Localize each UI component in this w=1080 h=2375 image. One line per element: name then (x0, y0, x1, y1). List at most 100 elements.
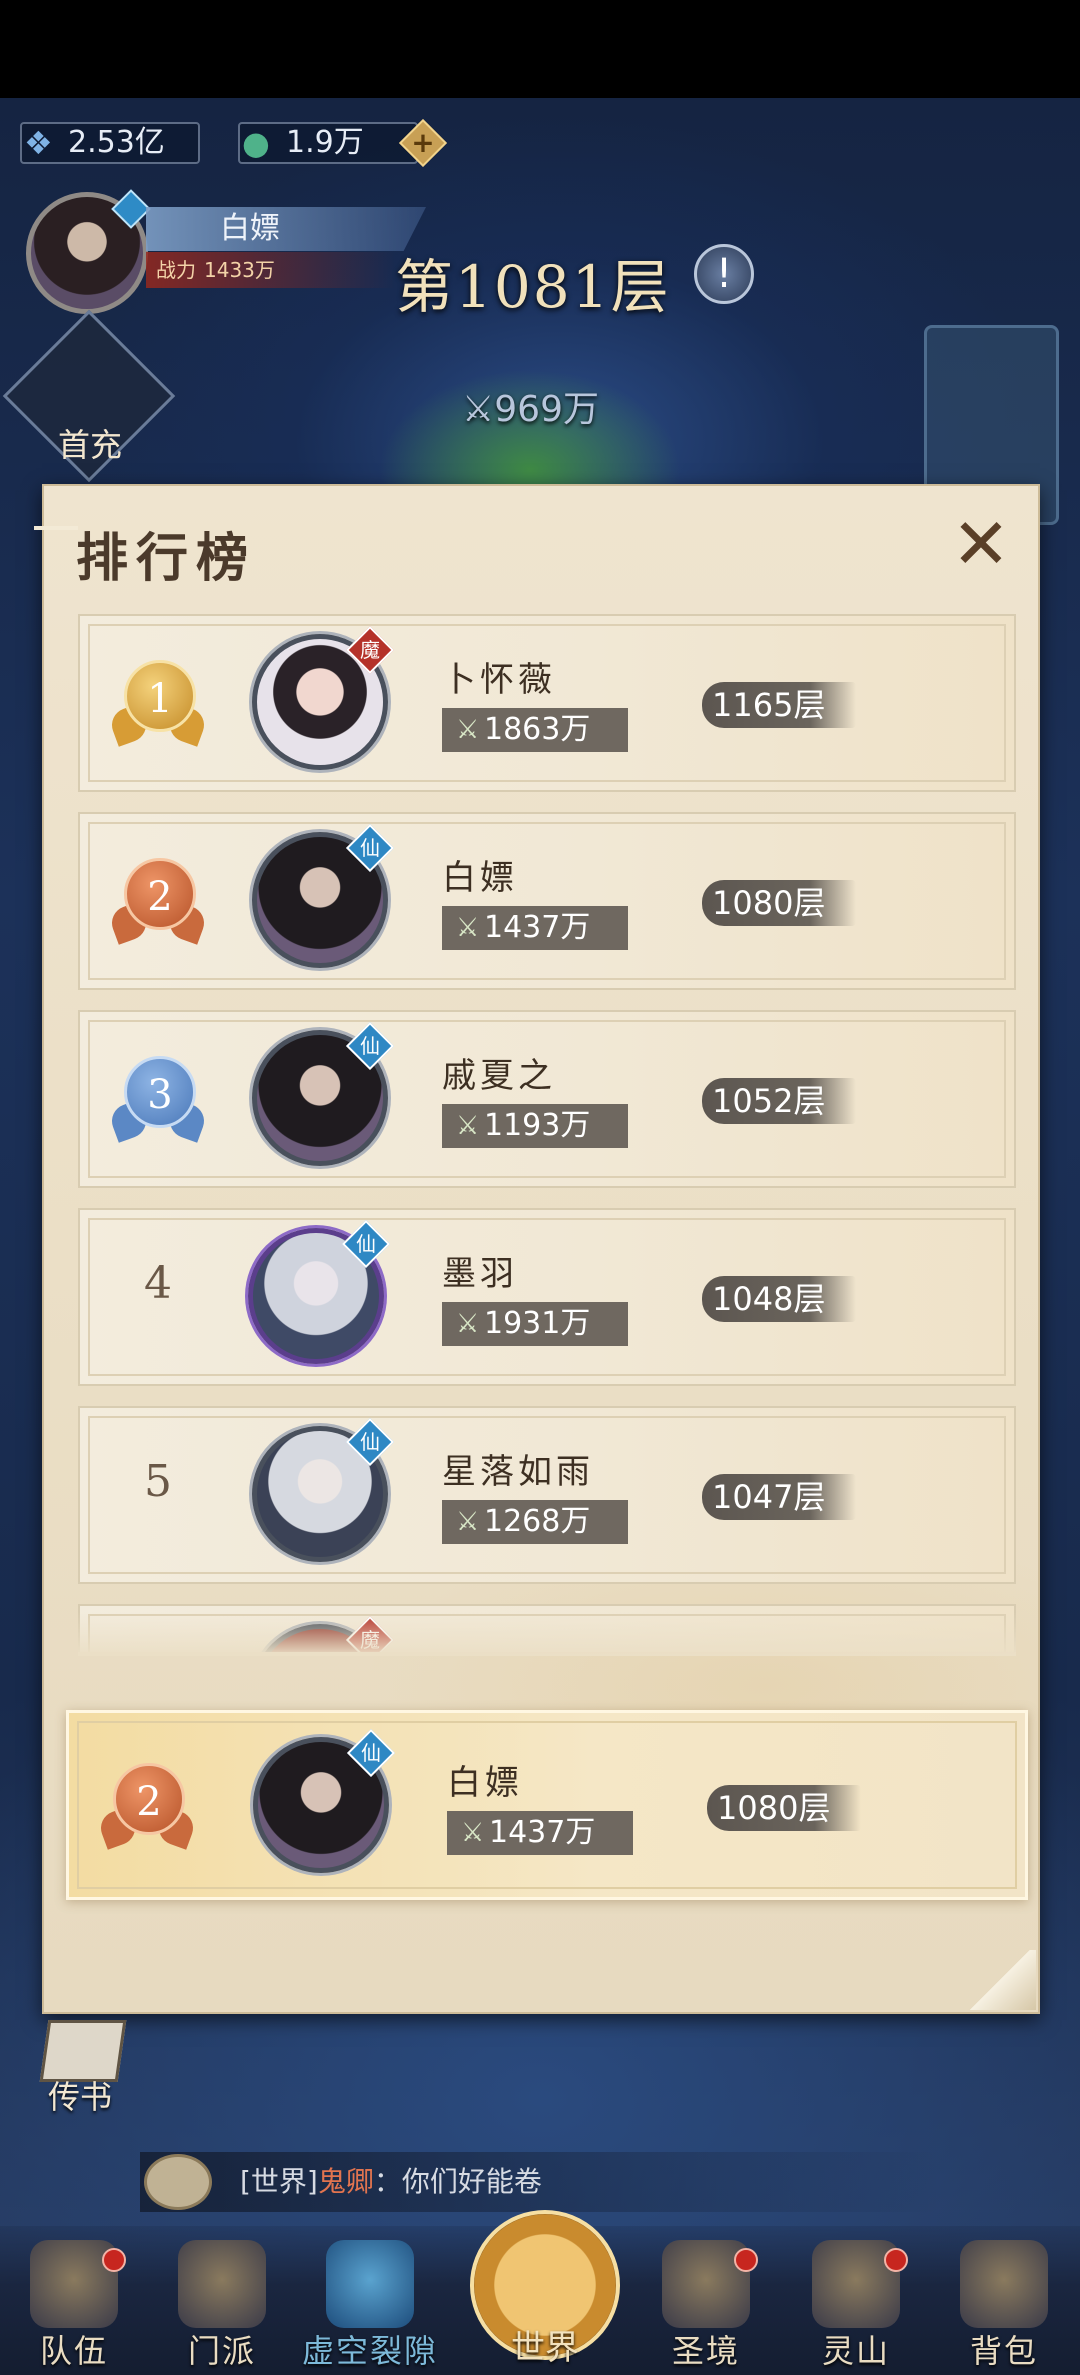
rank-medal: 2 (107, 852, 209, 952)
my-ranking-row[interactable]: 2 仙 白嫖 ⚔ 1437万 1080层 (66, 1710, 1028, 1900)
player-avatar[interactable]: 仙 (252, 1021, 395, 1166)
immortal-tag: 仙 (345, 1021, 395, 1071)
nav-label: 背包 (969, 2332, 1038, 2370)
spirit-stone-resource[interactable]: ● 1.9万 + (238, 118, 448, 168)
immortal-tag: 仙 (341, 1219, 391, 1269)
nav-holy-land[interactable]: 圣境 (636, 2226, 776, 2375)
nav-spirit-mountain[interactable]: 灵山 (786, 2226, 926, 2375)
floor-reached: 1048层 (702, 1276, 856, 1322)
ranking-title: 排行榜 (76, 528, 257, 589)
player-avatar[interactable]: 仙 (252, 823, 395, 968)
ranking-row[interactable]: 1 魔 卜怀薇 ⚔ 1863万 1165层 (78, 614, 1016, 792)
player-name: 墨羽 (442, 1254, 518, 1294)
power-value: 1437万 (484, 910, 591, 945)
notification-dot (884, 2248, 908, 2272)
list-fade (78, 1612, 1016, 1656)
close-button[interactable]: ✕ (946, 509, 1016, 582)
power-value: 1433万 (204, 258, 275, 282)
info-button[interactable]: ! (694, 244, 754, 304)
jade-bag-icon: ● (242, 124, 270, 162)
gold-medal-icon: 1 (124, 660, 196, 732)
floor-title-text: 第1081层 (395, 253, 671, 321)
floor-reached: 1080层 (707, 1785, 861, 1831)
player-avatar[interactable]: 仙 (248, 1219, 391, 1364)
floor-required-power: ⚔969万 (462, 380, 599, 432)
floor-reached: 1052层 (702, 1078, 856, 1124)
nav-team[interactable]: 队伍 (4, 2226, 144, 2375)
player-name: 白嫖 (146, 207, 426, 251)
page-curl-decoration (964, 1950, 1036, 2010)
power-chip: ⚔ 1193万 (442, 1104, 628, 1148)
player-power: 战力 1433万 (146, 252, 396, 288)
power-chip: ⚔ 1863万 (442, 708, 628, 752)
ranking-row[interactable]: 3 仙 戚夏之 ⚔ 1193万 1052层 (78, 1010, 1016, 1188)
ranking-row[interactable]: 2 仙 白嫖 ⚔ 1437万 1080层 (78, 812, 1016, 990)
player-name: 星落如雨 (442, 1452, 594, 1492)
nav-label: 圣境 (671, 2332, 740, 2370)
world-label[interactable]: 世界 (470, 2320, 620, 2369)
immortal-tag: 仙 (345, 1417, 395, 1467)
power-chip: ⚔ 1268万 (442, 1500, 628, 1544)
immortal-tag: 仙 (346, 1728, 396, 1778)
ranking-row[interactable]: 4 仙 墨羽 ⚔ 1931万 1048层 (78, 1208, 1016, 1386)
player-name: 白嫖 (442, 858, 518, 898)
power-chip: ⚔ 1931万 (442, 1302, 628, 1346)
rank-medal: 3 (107, 1050, 209, 1150)
bronze-medal-icon: 2 (124, 858, 196, 930)
player-avatar[interactable]: 仙 (253, 1728, 396, 1873)
tag-text: 仙 (361, 1741, 381, 1765)
letter-book-label[interactable]: 传书 (48, 2072, 112, 2118)
crystal-icon: ❖ (24, 124, 53, 162)
player-avatar[interactable] (26, 189, 151, 314)
floor-reached: 1047层 (702, 1474, 856, 1520)
nav-void-rift[interactable]: 虚空裂隙 (300, 2226, 440, 2375)
tag-text: 仙 (360, 836, 380, 860)
nav-sect[interactable]: 门派 (152, 2226, 292, 2375)
pavilion-icon (178, 2240, 266, 2328)
tag-text: 仙 (360, 1430, 380, 1454)
floor-reached: 1165层 (702, 682, 856, 728)
status-bar (0, 0, 1080, 98)
chat-sender[interactable]: 鬼卿 (318, 2165, 374, 2198)
immortal-tag: 仙 (345, 823, 395, 873)
world-chat-bar[interactable]: [世界]鬼卿：你们好能卷 (140, 2152, 940, 2212)
rank-medal: 1 (107, 654, 209, 754)
rank-medal: 2 (96, 1757, 198, 1857)
nav-label: 队伍 (39, 2332, 108, 2370)
portal-icon (326, 2240, 414, 2328)
power-value: 1193万 (484, 1108, 591, 1143)
sword-icon: ⚔ (462, 389, 495, 430)
player-avatar[interactable]: 魔 (252, 625, 395, 770)
rank-number: 4 (108, 1248, 208, 1348)
power-value: 1268万 (484, 1504, 591, 1539)
jade-resource[interactable]: ❖ 2.53亿 (20, 122, 200, 164)
tag-text: 仙 (360, 1034, 380, 1058)
sword-icon: ⚔ (456, 715, 480, 745)
floor-title: 第1081层 (395, 240, 671, 324)
sword-icon: ⚔ (456, 1507, 480, 1537)
spirit-stone-amount: 1.9万 (286, 125, 364, 160)
sword-icon: ⚔ (461, 1818, 485, 1848)
power-label: 战力 (156, 258, 196, 282)
ranking-panel: 排行榜 ✕ 1 魔 卜怀薇 ⚔ 1863万 1165层 2 仙 白嫖 ⚔ 143… (34, 484, 1040, 2014)
ranking-list[interactable]: 1 魔 卜怀薇 ⚔ 1863万 1165层 2 仙 白嫖 ⚔ 1437万 1080层 (78, 614, 1016, 1652)
first-recharge-label: 首充 (58, 426, 123, 464)
bronze-medal-icon: 2 (113, 1763, 185, 1835)
power-chip: ⚔ 1437万 (442, 906, 628, 950)
chat-bubble-icon[interactable] (144, 2154, 212, 2210)
power-value: 1437万 (489, 1815, 596, 1850)
plus-icon: + (411, 126, 435, 159)
rank-text: 5 (144, 1456, 172, 1507)
ranking-row[interactable]: 5 仙 星落如雨 ⚔ 1268万 1047层 (78, 1406, 1016, 1584)
chat-text: ：你们好能卷 (373, 2165, 542, 2198)
sword-icon: ⚔ (456, 1111, 480, 1141)
player-avatar[interactable]: 仙 (252, 1417, 395, 1562)
nav-bag[interactable]: 背包 (934, 2226, 1074, 2375)
chat-message: [世界]鬼卿：你们好能卷 (240, 2160, 542, 2200)
bag-icon (960, 2240, 1048, 2328)
nav-label: 灵山 (821, 2332, 890, 2370)
sword-icon: ⚔ (456, 1309, 480, 1339)
close-icon: ✕ (951, 503, 1011, 585)
jade-amount: 2.53亿 (68, 125, 165, 160)
nav-label: 门派 (187, 2332, 256, 2370)
